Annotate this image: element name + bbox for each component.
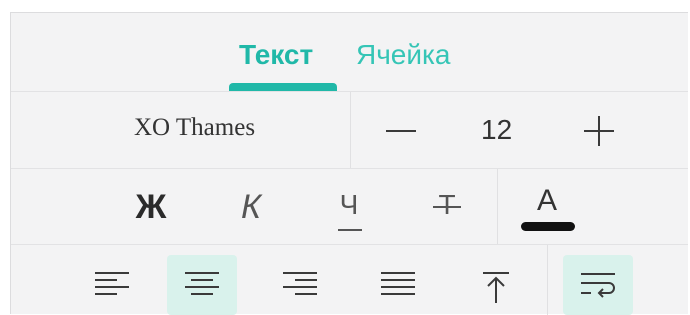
italic-icon: К xyxy=(240,188,262,226)
align-right-button[interactable] xyxy=(265,255,335,315)
text-format-panel: Текст Ячейка XO Thames 12 Ж К Ч Т A xyxy=(10,12,688,315)
increase-font-size-button[interactable] xyxy=(584,116,614,146)
tab-bar: Текст Ячейка xyxy=(11,13,688,92)
align-center-button[interactable] xyxy=(167,255,237,315)
strike-mark xyxy=(433,206,461,208)
font-name-selector[interactable]: XO Thames xyxy=(134,114,255,142)
bold-button[interactable]: Ж xyxy=(127,185,175,229)
font-size-value: 12 xyxy=(481,114,513,145)
align-center-icon xyxy=(185,272,219,295)
align-justify-button[interactable] xyxy=(363,255,433,315)
bold-icon: Ж xyxy=(135,188,167,226)
strikethrough-button[interactable]: Т xyxy=(423,185,471,229)
font-color-swatch[interactable] xyxy=(521,222,575,231)
align-left-icon xyxy=(95,272,129,295)
divider xyxy=(547,245,548,315)
alignment-row xyxy=(11,245,688,315)
active-tab-indicator xyxy=(229,83,337,91)
tab-text[interactable]: Текст xyxy=(239,38,313,72)
style-row: Ж К Ч Т A xyxy=(11,169,688,245)
divider xyxy=(497,169,498,244)
underline-icon: Ч xyxy=(339,189,359,220)
tab-cell[interactable]: Ячейка xyxy=(356,38,450,72)
divider xyxy=(350,92,351,168)
font-color-icon: A xyxy=(536,184,557,217)
font-row: XO Thames 12 xyxy=(11,92,688,169)
align-justify-icon xyxy=(381,272,415,295)
strikethrough-icon: Т xyxy=(438,189,456,220)
text-wrap-button[interactable] xyxy=(563,255,633,315)
italic-button[interactable]: К xyxy=(227,185,275,229)
text-wrap-icon xyxy=(581,273,615,298)
font-color-button[interactable]: A xyxy=(523,183,571,227)
align-top-icon xyxy=(483,272,509,303)
underline-button[interactable]: Ч xyxy=(325,185,373,231)
underline-mark xyxy=(338,229,362,231)
decrease-font-size-button[interactable] xyxy=(386,130,416,132)
align-left-button[interactable] xyxy=(77,255,147,315)
align-right-icon xyxy=(283,272,317,295)
vertical-align-top-button[interactable] xyxy=(461,255,531,315)
